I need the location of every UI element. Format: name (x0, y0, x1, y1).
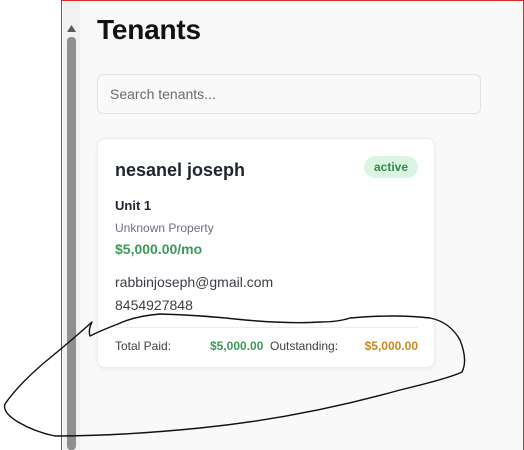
status-badge: active (363, 156, 418, 178)
total-paid-label: Total Paid: (115, 339, 172, 353)
outstanding-value: $5,000.00 (364, 339, 418, 353)
tenant-card[interactable]: nesanel joseph active Unit 1 Unknown Pro… (97, 138, 435, 368)
monthly-rent: $5,000.00/mo (115, 241, 203, 257)
page-title: Tenants (97, 14, 201, 45)
property-label: Unknown Property (115, 221, 214, 235)
tenant-phone[interactable]: 8454927848 (115, 297, 193, 313)
vertical-scrollbar[interactable] (63, 0, 80, 450)
search-input[interactable] (97, 74, 481, 114)
card-divider (115, 327, 418, 328)
scrollbar-thumb[interactable] (67, 37, 76, 450)
app-window: Tenants nesanel joseph active Unit 1 Unk… (0, 0, 524, 450)
payment-summary: Total Paid: $5,000.00 Outstanding: $5,00… (115, 339, 418, 355)
tenant-name: nesanel joseph (115, 160, 246, 180)
tenants-page: Tenants nesanel joseph active Unit 1 Unk… (80, 0, 523, 450)
scroll-up-arrow-icon[interactable] (63, 20, 80, 36)
total-paid-value: $5,000.00 (210, 339, 264, 353)
tenant-email[interactable]: rabbinjoseph@gmail.com (115, 274, 273, 290)
outstanding-label: Outstanding: (270, 339, 339, 353)
unit-label: Unit 1 (115, 198, 152, 213)
